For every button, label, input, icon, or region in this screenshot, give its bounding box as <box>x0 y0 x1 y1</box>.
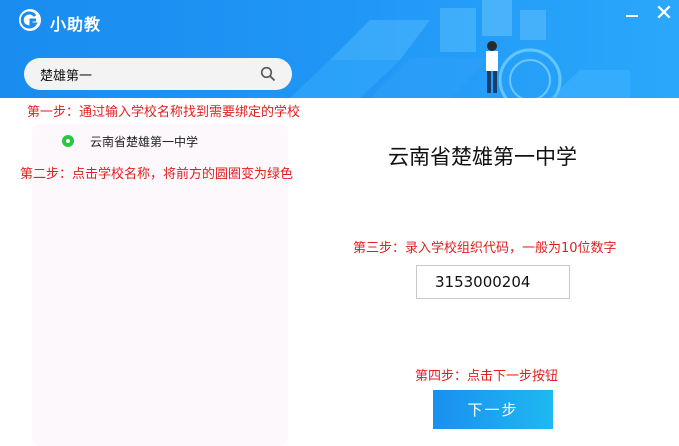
school-list-item[interactable]: 云南省楚雄第一中学 <box>56 131 286 151</box>
step1-annotation: 第一步：通过输入学校名称找到需要绑定的学校 <box>27 105 301 120</box>
step2-annotation: 第二步：点击学校名称，将前方的圆圈变为绿色 <box>20 167 294 182</box>
search-icon[interactable] <box>260 66 276 82</box>
app-title: 小助教 <box>50 15 102 34</box>
header-illustration <box>290 0 630 98</box>
selected-radio-icon[interactable] <box>62 135 74 147</box>
search-box[interactable] <box>24 58 292 90</box>
org-code-input[interactable] <box>416 265 570 299</box>
school-list-item-label: 云南省楚雄第一中学 <box>90 135 199 149</box>
app-logo-icon <box>19 9 41 31</box>
selected-school-name: 云南省楚雄第一中学 <box>388 145 577 169</box>
close-icon[interactable]: ✕ <box>654 3 674 25</box>
search-input[interactable] <box>40 63 260 85</box>
step3-annotation: 第三步：录入学校组织代码，一般为10位数字 <box>353 241 617 256</box>
minimize-icon[interactable] <box>624 6 640 24</box>
next-step-button[interactable]: 下一步 <box>433 390 553 429</box>
step4-annotation: 第四步：点击下一步按钮 <box>415 369 559 384</box>
